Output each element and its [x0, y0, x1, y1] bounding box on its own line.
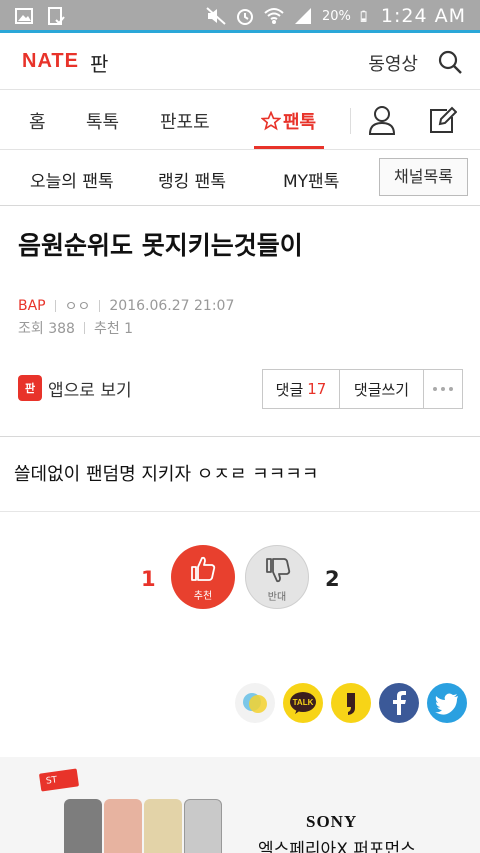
phone-image [184, 799, 222, 853]
kakaotalk-icon: TALK [290, 692, 316, 714]
share-kakaostory-button[interactable] [331, 683, 371, 723]
thumbs-down-icon [266, 558, 291, 583]
downvote-button[interactable]: 반대 [245, 545, 309, 609]
meta-divider [83, 322, 85, 334]
comment-button-group: 댓글 17 댓글쓰기 [262, 369, 463, 409]
image-icon [15, 8, 33, 24]
upvote-button[interactable]: 추천 [171, 545, 235, 609]
clipboard-check-icon [48, 7, 65, 25]
post-stats: 조회 388 추천 1 [18, 318, 133, 338]
upvote-count: 1 [141, 567, 156, 591]
tab-fantalk[interactable]: 팬톡 [261, 108, 316, 134]
alarm-icon [236, 9, 253, 25]
subtab-today[interactable]: 오늘의 팬톡 [30, 167, 114, 192]
phone-image [104, 799, 142, 853]
write-comment-button[interactable]: 댓글쓰기 [340, 370, 424, 408]
battery-icon [360, 10, 367, 22]
edit-icon[interactable] [427, 105, 457, 135]
tab-fantalk-label: 팬톡 [283, 112, 317, 133]
recommend-count: 추천 1 [93, 321, 134, 337]
upvote-label: 추천 [193, 591, 213, 602]
star-icon [261, 111, 281, 131]
downvote-label: 반대 [267, 592, 287, 603]
post-datetime: 2016.06.27 21:07 [109, 298, 235, 314]
signal-icon [294, 8, 311, 24]
app-header: NATE 판 동영상 [0, 33, 480, 90]
meta-divider [54, 300, 56, 312]
post-meta: BAP ㅇㅇ 2016.06.27 21:07 [18, 296, 234, 316]
subtab-ranking[interactable]: 랭킹 팬톡 [158, 167, 226, 192]
ad-brand: SONY [306, 812, 358, 831]
share-facebook-button[interactable] [379, 683, 419, 723]
comments-label: 댓글 [275, 380, 304, 399]
facebook-icon [393, 691, 406, 715]
content-divider [0, 511, 480, 512]
post-body: 쓸데없이 팬덤명 지키자 ㅇㅈㄹ ㅋㅋㅋㅋ [14, 464, 319, 485]
nate-logo[interactable]: NATE [22, 50, 79, 73]
sub-tabs: 오늘의 팬톡 랭킹 팬톡 MY팬톡 채널목록 [0, 150, 480, 206]
clock: 1:24 AM [380, 5, 466, 27]
twitter-icon [435, 693, 458, 715]
battery-percentage: 20% [321, 8, 351, 24]
ad-title: 엑스페리아X 퍼포먼스 [258, 840, 416, 853]
ad-tag: ST [38, 768, 80, 792]
phone-image [64, 799, 102, 853]
user-icon[interactable] [368, 105, 396, 135]
tab-toktok[interactable]: 톡톡 [86, 108, 119, 134]
phone-image [144, 799, 182, 853]
post-title: 음원순위도 못지키는것들이 [18, 231, 303, 260]
open-in-app-label: 앱으로 보기 [48, 380, 132, 401]
search-icon[interactable] [436, 48, 464, 76]
kakaostory-icon [347, 693, 355, 715]
content-divider [0, 436, 480, 437]
open-in-app-link[interactable]: 판 앱으로 보기 [18, 375, 132, 401]
subtab-my[interactable]: MY팬톡 [283, 167, 339, 192]
downvote-count: 2 [325, 567, 340, 591]
thumbs-up-icon [191, 556, 216, 581]
status-bar: 20% 1:24 AM [0, 0, 480, 33]
tab-home[interactable]: 홈 [29, 108, 46, 134]
advertisement-banner[interactable]: ST SONY 엑스페리아X 퍼포먼스 [0, 757, 480, 853]
pann-app-icon: 판 [18, 375, 42, 401]
tab-divider [350, 108, 351, 134]
more-icon [433, 387, 453, 391]
pann-logo[interactable]: 판 [90, 48, 108, 77]
author-name: ㅇㅇ [64, 299, 91, 315]
share-twitter-button[interactable] [427, 683, 467, 723]
meta-divider [99, 300, 101, 312]
active-tab-indicator [254, 146, 324, 149]
channel-name[interactable]: BAP [18, 298, 46, 314]
comments-count: 17 [307, 380, 327, 398]
more-button[interactable] [424, 370, 462, 408]
tab-pannphoto[interactable]: 판포토 [160, 108, 210, 134]
share-nateon-button[interactable] [235, 683, 275, 723]
kakaotalk-text: TALK [293, 698, 314, 707]
mute-icon [206, 7, 226, 25]
wifi-icon [264, 8, 284, 24]
view-count: 조회 388 [18, 321, 75, 337]
nateon-icon [243, 693, 267, 713]
video-link[interactable]: 동영상 [368, 50, 418, 76]
main-tabs: 홈 톡톡 판포토 팬톡 [0, 90, 480, 150]
share-kakaotalk-button[interactable]: TALK [283, 683, 323, 723]
comments-button[interactable]: 댓글 17 [263, 370, 340, 408]
channel-list-button[interactable]: 채널목록 [379, 158, 468, 196]
